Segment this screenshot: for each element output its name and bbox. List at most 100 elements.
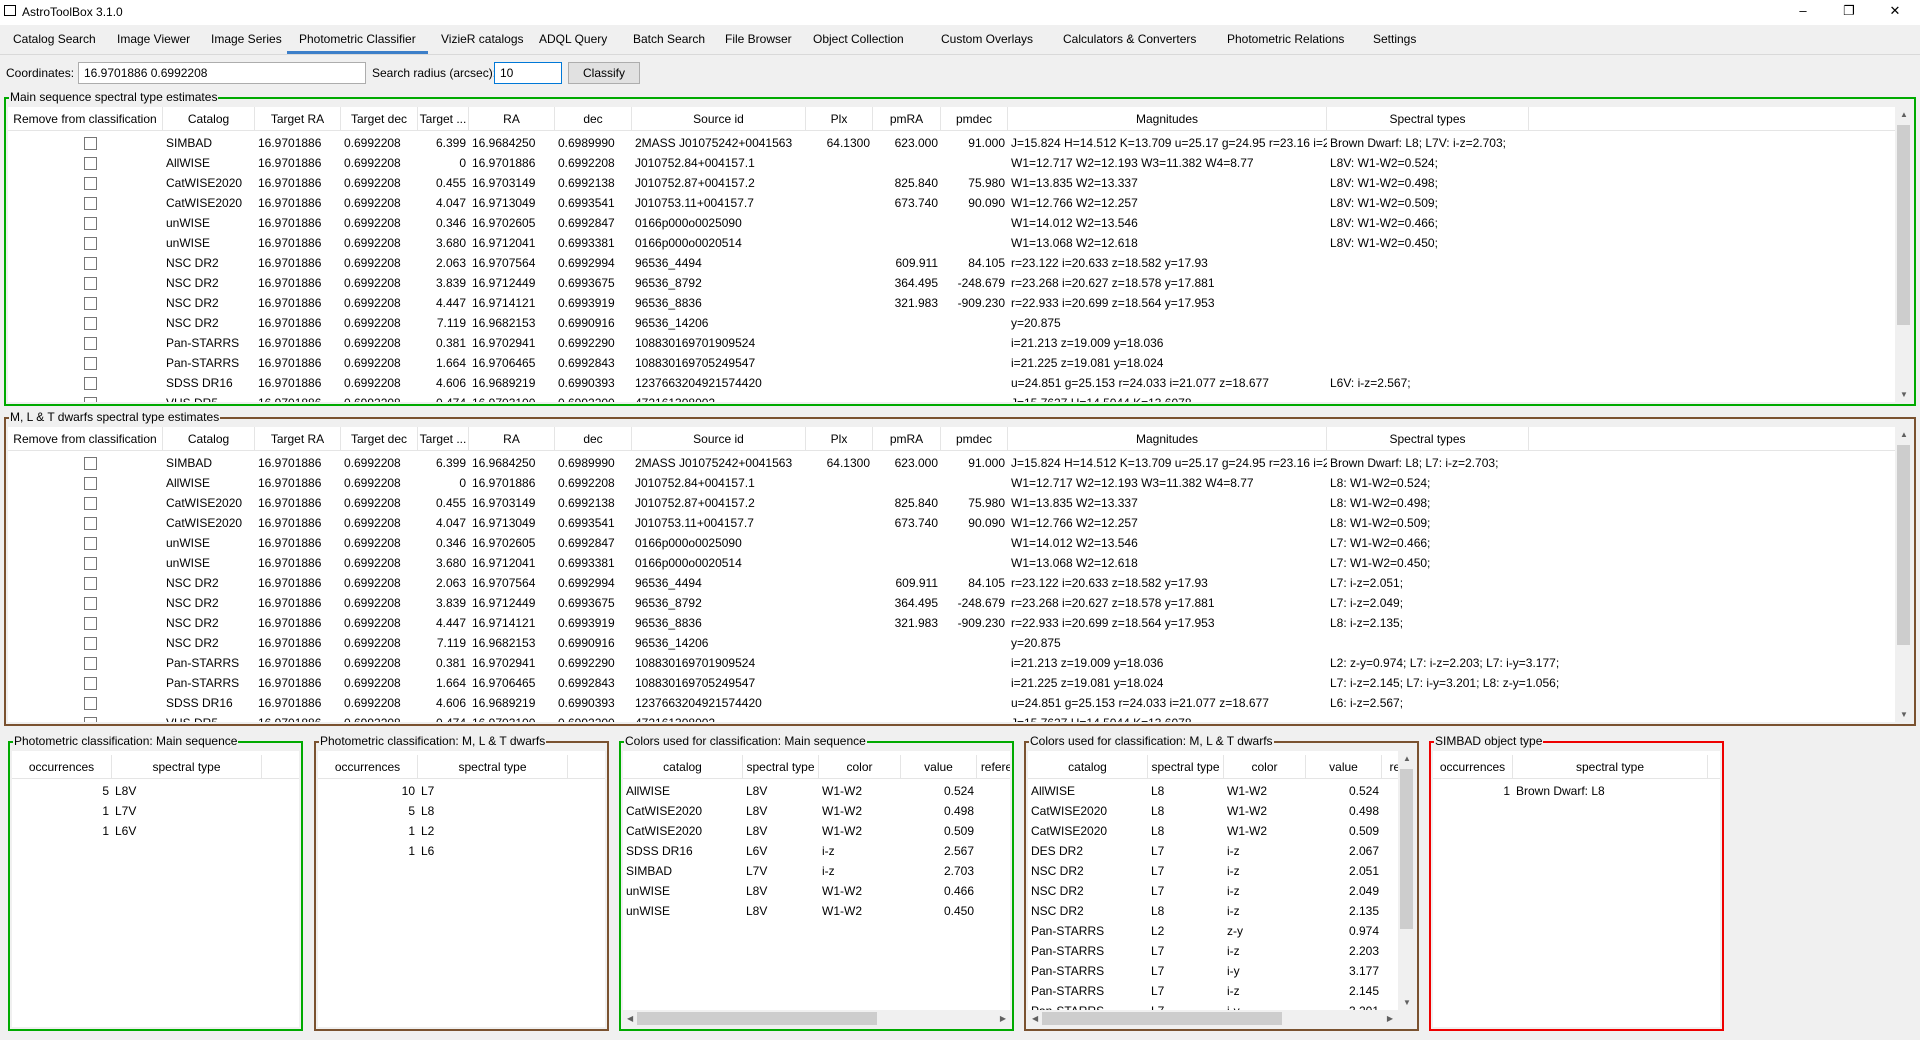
table-row[interactable]: Pan-STARRS L7 i-z 2.203 bbox=[1028, 941, 1415, 961]
remove-checkbox[interactable] bbox=[84, 197, 97, 210]
column-header-occurrences[interactable]: occurrences bbox=[12, 755, 112, 779]
table-row[interactable]: 1 L2 bbox=[318, 821, 605, 841]
remove-checkbox[interactable] bbox=[84, 257, 97, 270]
remove-checkbox[interactable] bbox=[84, 517, 97, 530]
column-header-spectral-type[interactable]: spectral type bbox=[112, 755, 262, 779]
column-header-source-id[interactable]: Source id bbox=[632, 107, 806, 131]
minimize-button[interactable]: – bbox=[1780, 0, 1826, 25]
remove-checkbox[interactable] bbox=[84, 157, 97, 170]
table-row[interactable]: CatWISE2020 16.9701886 0.6992208 4.047 16.97… bbox=[8, 193, 1912, 213]
tab-photometric-relations[interactable]: Photometric Relations bbox=[1215, 26, 1356, 54]
remove-checkbox[interactable] bbox=[84, 297, 97, 310]
classify-button[interactable]: Classify bbox=[568, 62, 640, 84]
table-row[interactable]: unWISE L8V W1-W2 0.466 bbox=[623, 881, 1010, 901]
table-row[interactable]: VHS DR516.97018860.69922080.47416.970310… bbox=[8, 393, 1912, 402]
scrollbar-thumb[interactable] bbox=[1897, 445, 1910, 645]
column-header-spectral-type[interactable]: spectral type bbox=[743, 755, 819, 779]
column-header-magnitudes[interactable]: Magnitudes bbox=[1008, 427, 1327, 451]
tab-settings[interactable]: Settings bbox=[1361, 26, 1428, 54]
scroll-down-arrow-icon[interactable]: ▼ bbox=[1900, 710, 1908, 719]
table-row[interactable]: CatWISE2020 16.9701886 0.6992208 0.455 16.97… bbox=[8, 493, 1912, 513]
table-row[interactable]: unWISE 16.9701886 0.6992208 3.680 16.9712041… bbox=[8, 553, 1912, 573]
table-row[interactable]: NSC DR2 16.9701886 0.6992208 7.119 16.968215… bbox=[8, 313, 1912, 333]
vertical-scrollbar[interactable]: ▲ ▼ bbox=[1895, 427, 1912, 722]
column-header-target-dec[interactable]: Target dec bbox=[341, 427, 418, 451]
table-row[interactable]: AllWISE 16.9701886 0.6992208 0 16.9701886 0.6… bbox=[8, 153, 1912, 173]
remove-checkbox[interactable] bbox=[84, 377, 97, 390]
column-header-spectral-type[interactable]: spectral type bbox=[1513, 755, 1708, 779]
table-row[interactable]: AllWISE 16.9701886 0.6992208 0 16.9701886 0.6… bbox=[8, 473, 1912, 493]
column-header-target-[interactable]: Target ... bbox=[418, 107, 469, 131]
table-row[interactable]: Pan-STARRS L2 z-y 0.974 bbox=[1028, 921, 1415, 941]
table-row[interactable]: SIMBAD 16.9701886 0.6992208 6.399 16.9684250… bbox=[8, 453, 1912, 473]
tab-vizier-catalogs[interactable]: VizieR catalogs bbox=[429, 26, 536, 54]
table-row[interactable]: 1 L7V bbox=[12, 801, 299, 821]
scroll-right-arrow-icon[interactable]: ▶ bbox=[1387, 1014, 1393, 1023]
remove-checkbox[interactable] bbox=[84, 237, 97, 250]
remove-checkbox[interactable] bbox=[84, 177, 97, 190]
remove-checkbox[interactable] bbox=[84, 477, 97, 490]
table-row[interactable]: Pan-STARRS L7 i-z 2.145 bbox=[1028, 981, 1415, 1001]
horizontal-scrollbar[interactable]: ◀ ▶ bbox=[1028, 1010, 1415, 1027]
table-row[interactable]: CatWISE2020 L8V W1-W2 0.509 bbox=[623, 821, 1010, 841]
close-button[interactable]: ✕ bbox=[1872, 0, 1918, 25]
table-row[interactable]: NSC DR2 16.9701886 0.6992208 4.447 16.971412… bbox=[8, 293, 1912, 313]
column-header-dec[interactable]: dec bbox=[555, 427, 632, 451]
table-row[interactable]: CatWISE2020 L8 W1-W2 0.509 bbox=[1028, 821, 1415, 841]
remove-checkbox[interactable] bbox=[84, 137, 97, 150]
table-row[interactable]: NSC DR2 16.9701886 0.6992208 7.119 16.968215… bbox=[8, 633, 1912, 653]
table-row[interactable]: NSC DR2 16.9701886 0.6992208 2.063 16.970756… bbox=[8, 253, 1912, 273]
table-row[interactable]: CatWISE2020 16.9701886 0.6992208 0.455 16.97… bbox=[8, 173, 1912, 193]
table-row[interactable]: unWISE L8V W1-W2 0.450 bbox=[623, 901, 1010, 921]
remove-checkbox[interactable] bbox=[84, 677, 97, 690]
table-row[interactable]: VHS DR516.97018860.69922080.47416.970310… bbox=[8, 713, 1912, 722]
remove-checkbox[interactable] bbox=[84, 637, 97, 650]
table-row[interactable]: Pan-STARRS L7 i-y 3.177 bbox=[1028, 961, 1415, 981]
column-header-remove-from-classification[interactable]: Remove from classification bbox=[8, 427, 163, 451]
table-row[interactable]: 1 Brown Dwarf: L8 bbox=[1433, 781, 1720, 801]
remove-checkbox[interactable] bbox=[84, 617, 97, 630]
table-row[interactable]: SIMBAD 16.9701886 0.6992208 6.399 16.9684250… bbox=[8, 133, 1912, 153]
scroll-down-arrow-icon[interactable]: ▼ bbox=[1900, 390, 1908, 399]
vertical-scrollbar[interactable]: ▲ ▼ bbox=[1895, 107, 1912, 402]
remove-checkbox[interactable] bbox=[84, 557, 97, 570]
table-row[interactable]: SDSS DR16 16.9701886 0.6992208 4.606 16.9689… bbox=[8, 693, 1912, 713]
column-header-catalog[interactable]: catalog bbox=[1028, 755, 1148, 779]
remove-checkbox[interactable] bbox=[84, 457, 97, 470]
remove-checkbox[interactable] bbox=[84, 657, 97, 670]
column-header-dec[interactable]: dec bbox=[555, 107, 632, 131]
scrollbar-thumb[interactable] bbox=[1042, 1012, 1282, 1025]
column-header-plx[interactable]: Plx bbox=[806, 427, 873, 451]
column-header-spectral-types[interactable]: Spectral types bbox=[1327, 427, 1529, 451]
column-header-magnitudes[interactable]: Magnitudes bbox=[1008, 107, 1327, 131]
table-row[interactable]: NSC DR2 L7 i-z 2.049 bbox=[1028, 881, 1415, 901]
remove-checkbox[interactable] bbox=[84, 277, 97, 290]
scroll-up-arrow-icon[interactable]: ▲ bbox=[1403, 754, 1411, 763]
column-header-value[interactable]: value bbox=[901, 755, 977, 779]
column-header-remove-from-classification[interactable]: Remove from classification bbox=[8, 107, 163, 131]
column-header-plx[interactable]: Plx bbox=[806, 107, 873, 131]
tab-file-browser[interactable]: File Browser bbox=[713, 26, 804, 54]
table-row[interactable]: 1 L6V bbox=[12, 821, 299, 841]
remove-checkbox[interactable] bbox=[84, 717, 97, 722]
remove-checkbox[interactable] bbox=[84, 217, 97, 230]
table-row[interactable]: AllWISE L8 W1-W2 0.524 bbox=[1028, 781, 1415, 801]
search-radius-input[interactable]: 10 bbox=[494, 62, 562, 84]
scrollbar-thumb[interactable] bbox=[1897, 125, 1910, 325]
tab-calculators-converters[interactable]: Calculators & Converters bbox=[1051, 26, 1208, 54]
table-row[interactable]: NSC DR2 16.9701886 0.6992208 3.839 16.971244… bbox=[8, 593, 1912, 613]
table-row[interactable]: unWISE 16.9701886 0.6992208 0.346 16.9702605… bbox=[8, 533, 1912, 553]
table-row[interactable]: unWISE 16.9701886 0.6992208 0.346 16.9702605… bbox=[8, 213, 1912, 233]
table-row[interactable]: NSC DR2 L8 i-z 2.135 bbox=[1028, 901, 1415, 921]
table-row[interactable]: NSC DR2 L7 i-z 2.051 bbox=[1028, 861, 1415, 881]
column-header-refere[interactable]: refere bbox=[977, 755, 1010, 779]
column-header-spectral-type[interactable]: spectral type bbox=[418, 755, 568, 779]
column-header-occurrences[interactable]: occurrences bbox=[318, 755, 418, 779]
remove-checkbox[interactable] bbox=[84, 537, 97, 550]
restore-button[interactable]: ❐ bbox=[1826, 0, 1872, 25]
column-header-spectral-type[interactable]: spectral type bbox=[1148, 755, 1224, 779]
column-header-target-[interactable]: Target ... bbox=[418, 427, 469, 451]
column-header-catalog[interactable]: catalog bbox=[623, 755, 743, 779]
tab-catalog-search[interactable]: Catalog Search bbox=[1, 26, 108, 54]
tab-image-series[interactable]: Image Series bbox=[199, 26, 294, 54]
